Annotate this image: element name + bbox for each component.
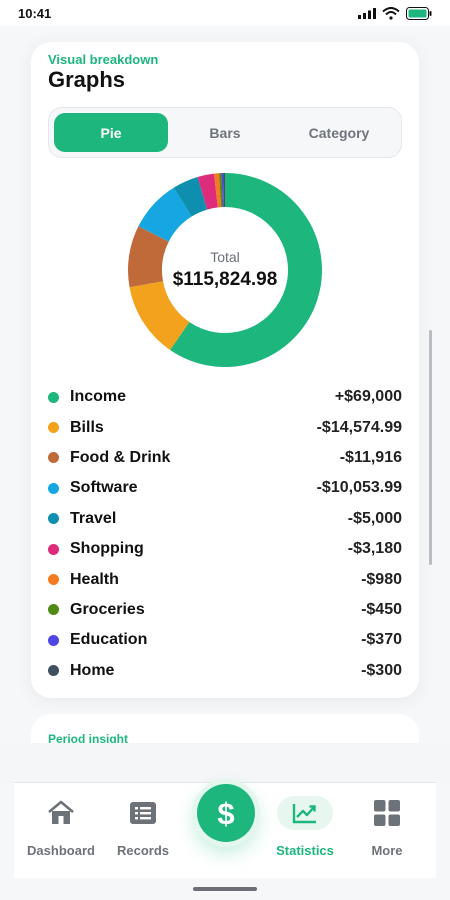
- tab-label: More: [371, 843, 403, 858]
- color-dot: [48, 482, 59, 494]
- receipt-icon: [129, 797, 157, 829]
- home-icon: [47, 797, 75, 829]
- tab-label: Dashboard: [27, 843, 95, 858]
- tab-bars[interactable]: Bars: [168, 113, 282, 152]
- legend-name: Travel: [70, 509, 117, 527]
- grid-icon: [374, 797, 400, 829]
- donut-total-value: $115,824.98: [172, 269, 278, 290]
- graphs-card: Visual breakdown Graphs Pie Bars Categor…: [31, 42, 419, 698]
- legend-name: Home: [70, 661, 115, 679]
- legend-name: Food & Drink: [70, 448, 171, 466]
- trend-chart-icon: [292, 804, 316, 824]
- status-time: 10:41: [18, 5, 52, 21]
- card-title: Graphs: [48, 67, 126, 92]
- color-dot: [48, 452, 59, 464]
- scrollbar-thumb[interactable]: [429, 330, 432, 565]
- legend-amount: -$980: [361, 570, 402, 588]
- legend-name: Software: [70, 479, 138, 497]
- legend-amount: -$450: [361, 600, 402, 618]
- category-legend: Income +$69,000 Bills -$14,574.99 Food &…: [48, 382, 402, 686]
- legend-name: Groceries: [70, 600, 145, 618]
- legend-row-health[interactable]: Health -$980: [48, 564, 402, 594]
- legend-row-shopping[interactable]: Shopping -$3,180: [48, 534, 402, 564]
- legend-name: Education: [70, 631, 148, 649]
- chart-type-toggle: Pie Bars Category: [48, 107, 402, 158]
- legend-row-home[interactable]: Home -$300: [48, 656, 402, 686]
- content-fade: [0, 743, 450, 783]
- status-icons: [358, 6, 432, 20]
- color-dot: [48, 604, 59, 616]
- legend-row-software[interactable]: Software -$10,053.99: [48, 473, 402, 503]
- statistics-tab-icon: [277, 796, 333, 830]
- signal-icon: [358, 7, 376, 19]
- legend-amount: -$370: [361, 631, 402, 649]
- color-dot: [48, 543, 59, 555]
- tab-records[interactable]: Records: [98, 797, 188, 858]
- donut-chart: Total $115,824.98: [128, 173, 322, 367]
- status-bar: 10:41: [0, 0, 450, 26]
- color-dot: [48, 634, 59, 646]
- legend-name: Shopping: [70, 540, 144, 558]
- battery-icon: [406, 6, 432, 20]
- dollar-icon: $: [217, 795, 235, 831]
- active-indicator: [277, 796, 333, 830]
- color-dot: [48, 391, 59, 403]
- color-dot: [48, 513, 59, 525]
- color-dot: [48, 422, 59, 434]
- legend-row-food-drink[interactable]: Food & Drink -$11,916: [48, 443, 402, 473]
- color-dot: [48, 665, 59, 677]
- legend-amount: +$69,000: [334, 388, 402, 406]
- color-dot: [48, 574, 59, 586]
- legend-name: Income: [70, 388, 127, 406]
- legend-amount: -$3,180: [347, 540, 402, 558]
- legend-amount: -$11,916: [339, 448, 402, 466]
- legend-row-bills[interactable]: Bills -$14,574.99: [48, 412, 402, 442]
- tab-category[interactable]: Category: [282, 113, 396, 152]
- legend-row-education[interactable]: Education -$370: [48, 625, 402, 655]
- tab-label: Records: [116, 843, 170, 858]
- home-indicator: [193, 887, 257, 891]
- legend-amount: -$14,574.99: [316, 418, 402, 436]
- card-subtitle: Visual breakdown: [48, 52, 159, 67]
- legend-amount: -$5,000: [347, 509, 402, 527]
- donut-total-label: Total: [210, 249, 240, 265]
- tab-label: Statistics: [276, 843, 334, 858]
- legend-amount: -$10,053.99: [316, 479, 402, 497]
- legend-name: Bills: [70, 418, 104, 436]
- legend-row-travel[interactable]: Travel -$5,000: [48, 504, 402, 534]
- tab-dashboard[interactable]: Dashboard: [16, 797, 106, 858]
- legend-amount: -$300: [361, 661, 402, 679]
- legend-row-groceries[interactable]: Groceries -$450: [48, 595, 402, 625]
- tab-more[interactable]: More: [342, 797, 432, 858]
- legend-row-income[interactable]: Income +$69,000: [48, 382, 402, 412]
- tab-pie[interactable]: Pie: [54, 113, 168, 152]
- tab-statistics[interactable]: Statistics: [260, 796, 350, 858]
- donut-center: Total $115,824.98: [128, 173, 322, 367]
- legend-name: Health: [70, 570, 119, 588]
- add-record-button[interactable]: $: [197, 784, 255, 842]
- wifi-icon: [382, 6, 400, 20]
